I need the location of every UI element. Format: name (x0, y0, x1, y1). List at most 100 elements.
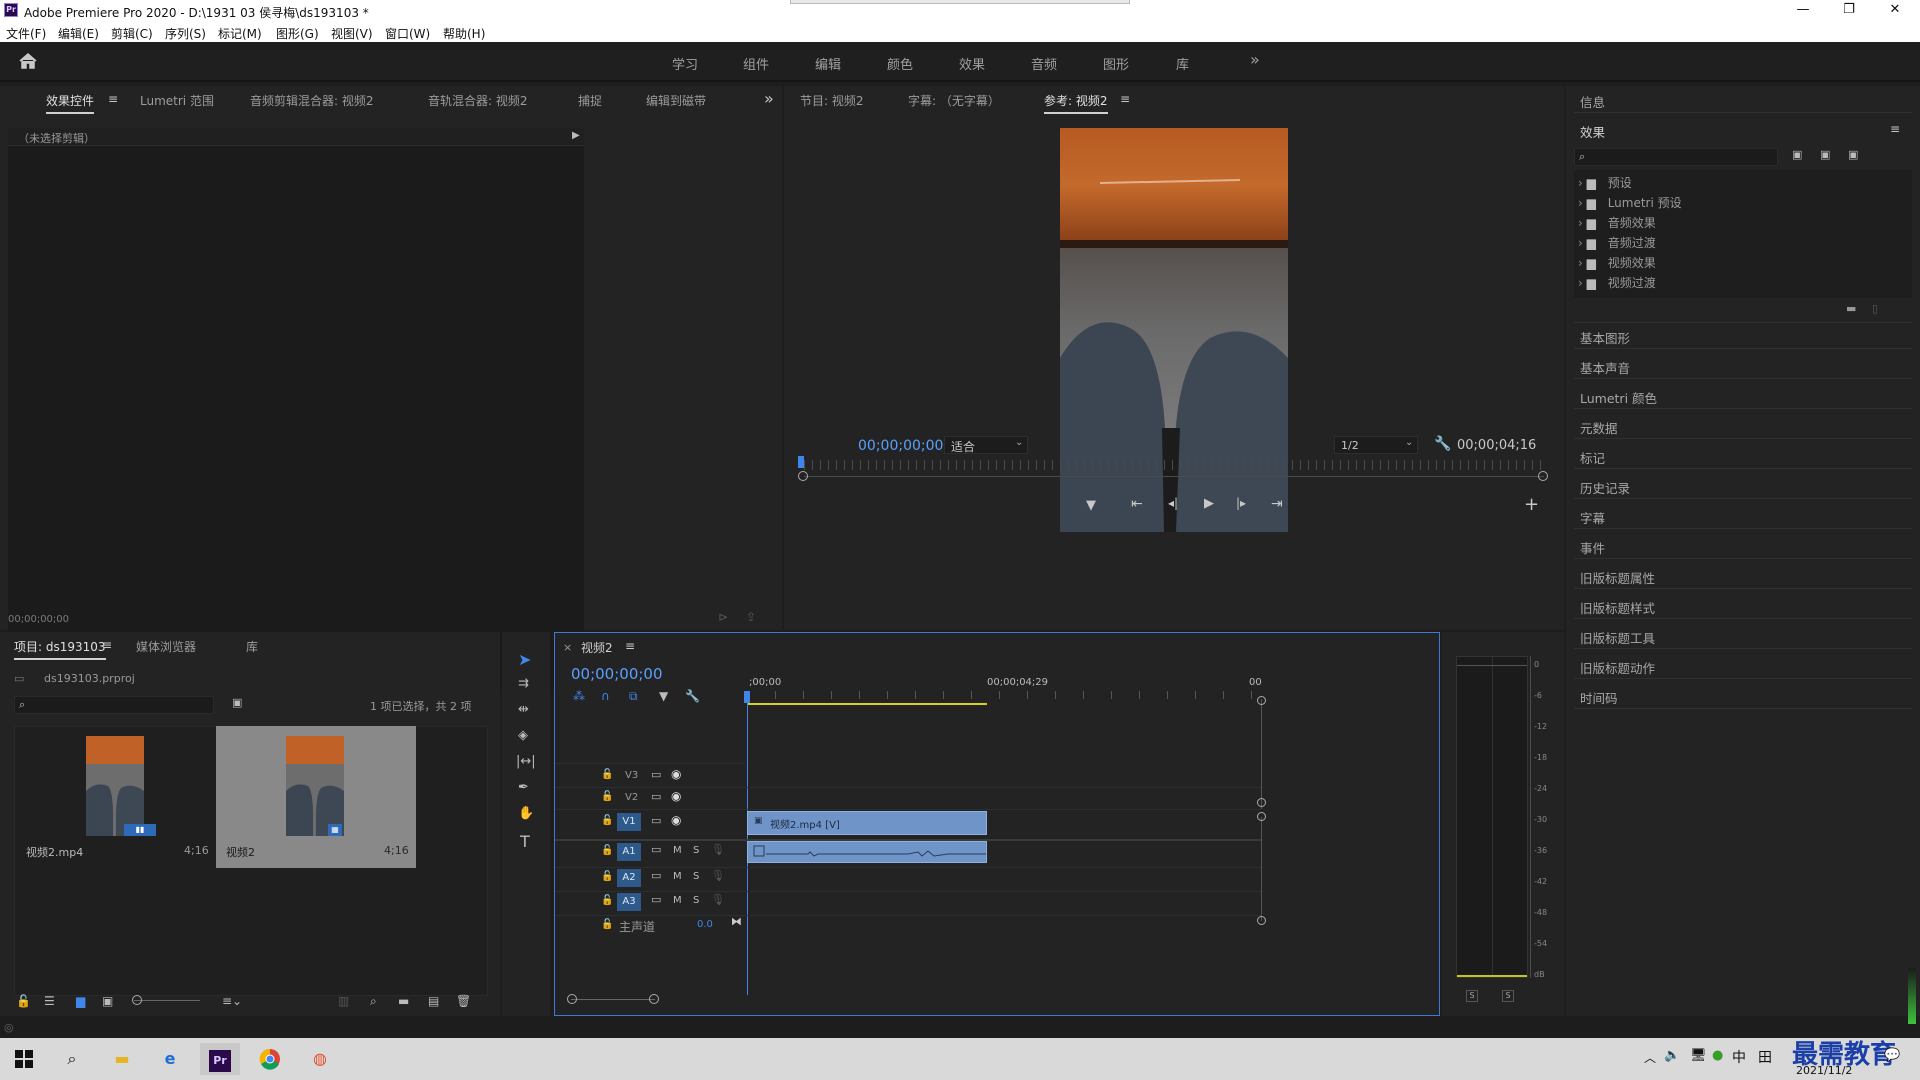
lock-icon[interactable]: 🔓 (601, 791, 613, 802)
lock-icon[interactable]: 🔓 (601, 815, 613, 826)
volume-icon[interactable]: 🔈 (1664, 1048, 1680, 1063)
pen-tool-icon[interactable]: ✒ (518, 780, 529, 795)
video-clip[interactable]: ▣ 视频2.mp4 [V] (747, 811, 987, 835)
go-to-end-icon[interactable]: ⧓ (731, 915, 742, 928)
tab-sequence[interactable]: 视频2 (581, 639, 613, 656)
video-scroll-track[interactable] (1261, 699, 1262, 809)
edge-icon[interactable]: e (150, 1043, 190, 1075)
section-legacy-title-tools[interactable]: 旧版标题工具 (1580, 628, 1655, 647)
track-a2-target[interactable]: A2 (617, 869, 641, 887)
section-legacy-title-styles[interactable]: 旧版标题样式 (1580, 598, 1655, 617)
workspace-effects[interactable]: 效果 (959, 54, 985, 73)
sync-lock-icon[interactable]: ▭ (651, 768, 661, 781)
track-a1-target[interactable]: A1 (617, 843, 641, 861)
track-a3-target[interactable]: A3 (617, 893, 641, 911)
section-legacy-title-actions[interactable]: 旧版标题动作 (1580, 658, 1655, 677)
section-timecode[interactable]: 时间码 (1580, 688, 1618, 707)
panel-menu-icon[interactable]: ≡ (1890, 122, 1900, 136)
project-item-clip[interactable]: ▮▮ 视频2.mp4 4;16 (16, 728, 212, 868)
menu-sequence[interactable]: 序列(S) (165, 25, 206, 42)
tree-item-audio-effects[interactable]: › ▆ 音频效果 (1578, 214, 1656, 231)
clear-icon[interactable]: 🗑 (456, 994, 471, 1008)
program-timecode-current[interactable]: 00;00;00;00 (858, 438, 943, 454)
tab-captions[interactable]: 字幕: （无字幕） (908, 92, 1000, 109)
tab-edit-to-tape[interactable]: 编辑到磁带 (646, 92, 706, 109)
accelerated-effects-icon[interactable]: ▣ (1792, 148, 1802, 161)
type-tool-icon[interactable]: T (520, 832, 530, 851)
tree-item-video-transitions[interactable]: › ▆ 视频过渡 (1578, 274, 1656, 291)
icon-view-icon[interactable]: ▆ (76, 994, 85, 1008)
hand-tool-icon[interactable]: ✋ (518, 806, 534, 821)
step-back-icon[interactable]: ◂| (1168, 496, 1178, 510)
sync-lock-icon[interactable]: ▭ (651, 893, 661, 906)
workspace-color[interactable]: 颜色 (887, 54, 913, 73)
fit-dropdown[interactable]: 适合 ⌄ (944, 436, 1028, 454)
lock-icon[interactable]: 🔓 (16, 994, 31, 1008)
play-icon[interactable]: ▶ (1204, 496, 1214, 511)
workspace-learn[interactable]: 学习 (672, 54, 698, 73)
menu-view[interactable]: 视图(V) (331, 25, 373, 42)
solo-button[interactable]: S (693, 895, 699, 906)
section-essential-sound[interactable]: 基本声音 (1580, 358, 1630, 377)
section-markers[interactable]: 标记 (1580, 448, 1605, 467)
filter-icon[interactable]: ⊳ (718, 610, 728, 624)
menu-edit[interactable]: 编辑(E) (58, 25, 99, 42)
section-captions[interactable]: 字幕 (1580, 508, 1605, 527)
tab-audio-track-mixer[interactable]: 音轨混合器: 视频2 (428, 92, 528, 109)
slip-tool-icon[interactable]: |↔| (516, 754, 536, 769)
tabs-overflow-icon[interactable]: » (764, 89, 774, 108)
project-search-input[interactable]: ⌕ (14, 696, 214, 714)
tab-media-browser[interactable]: 媒体浏览器 (136, 638, 196, 655)
section-events[interactable]: 事件 (1580, 538, 1605, 557)
menu-clip[interactable]: 剪辑(C) (111, 25, 153, 42)
audio-scroll-handle-bottom[interactable] (1257, 916, 1266, 925)
button-editor-icon[interactable]: + (1524, 494, 1539, 515)
section-lumetri-color[interactable]: Lumetri 颜色 (1580, 388, 1657, 407)
close-button[interactable]: ✕ (1872, 0, 1918, 22)
video-scroll-handle-top[interactable] (1257, 696, 1266, 705)
chrome-icon[interactable] (250, 1043, 290, 1075)
razor-tool-icon[interactable]: ◈ (518, 728, 528, 743)
mute-button[interactable]: M (673, 895, 682, 906)
ripple-edit-tool-icon[interactable]: ⇹ (518, 702, 529, 717)
zoom-handle-right[interactable] (1538, 471, 1548, 481)
eye-icon[interactable]: ◉ (671, 789, 681, 803)
solo-button[interactable]: S (693, 871, 699, 882)
workspace-editing[interactable]: 编辑 (815, 54, 841, 73)
track-select-tool-icon[interactable]: ⇉ (518, 676, 529, 691)
minimize-button[interactable]: — (1780, 0, 1826, 22)
file-explorer-icon[interactable]: ▬ (102, 1043, 142, 1075)
resolution-dropdown[interactable]: 1/2 ⌄ (1334, 436, 1418, 454)
tab-project[interactable]: 项目: ds193103 (14, 638, 106, 660)
lock-icon[interactable]: 🔓 (601, 895, 613, 906)
panel-menu-icon[interactable]: ≡ (1120, 92, 1130, 106)
effects-panel-header[interactable]: 效果 (1580, 122, 1605, 141)
notification-icon[interactable]: 💬 (1884, 1048, 1900, 1063)
workspace-graphics[interactable]: 图形 (1103, 54, 1129, 73)
freeform-view-icon[interactable]: ▣ (102, 994, 113, 1008)
lock-icon[interactable]: 🔓 (601, 845, 613, 856)
microphone-icon[interactable]: 🎙 (711, 843, 725, 856)
panel-menu-icon[interactable]: ≡ (625, 639, 635, 653)
sync-lock-icon[interactable]: ▭ (651, 814, 661, 827)
audio-clip[interactable] (747, 841, 987, 863)
step-forward-icon[interactable]: |▸ (1236, 496, 1246, 510)
keyboard-layout-icon[interactable]: 田 (1758, 1047, 1772, 1067)
home-icon[interactable] (18, 52, 38, 70)
solo-right-button[interactable]: S (1502, 990, 1514, 1002)
menu-help[interactable]: 帮助(H) (443, 25, 485, 42)
new-search-bin-icon[interactable]: ▣ (232, 696, 242, 709)
windows-start-icon[interactable] (4, 1043, 44, 1075)
sort-icon[interactable]: ≡⌄ (222, 994, 242, 1008)
menu-graphics[interactable]: 图形(G) (276, 25, 319, 42)
effects-search-input[interactable]: ⌕ (1574, 148, 1778, 166)
network-icon[interactable]: 🖥 (1690, 1048, 1707, 1063)
solo-button[interactable]: S (693, 845, 699, 856)
timeline-timecode[interactable]: 00;00;00;00 (571, 665, 663, 683)
tab-lumetri-scopes[interactable]: Lumetri 范围 (140, 92, 214, 109)
delete-icon[interactable]: ▯ (1872, 302, 1878, 315)
eye-icon[interactable]: ◉ (671, 767, 681, 781)
menu-file[interactable]: 文件(F) (6, 25, 46, 42)
program-time-ruler[interactable] (804, 460, 1544, 470)
tree-item-audio-transitions[interactable]: › ▆ 音频过渡 (1578, 234, 1656, 251)
